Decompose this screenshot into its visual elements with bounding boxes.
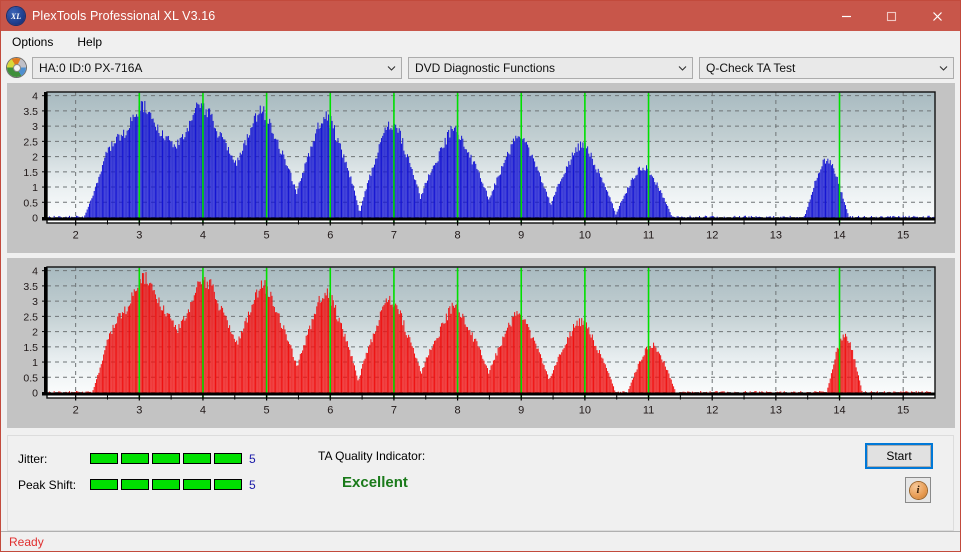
- svg-text:5: 5: [264, 230, 270, 242]
- svg-text:1.5: 1.5: [23, 167, 38, 179]
- window-title: PlexTools Professional XL V3.16: [32, 9, 216, 23]
- svg-text:1.5: 1.5: [23, 342, 38, 354]
- ta-quality-label: TA Quality Indicator:: [318, 449, 426, 463]
- meter-segment: [121, 453, 149, 464]
- peak-shift-value: 5: [249, 477, 256, 492]
- svg-text:2: 2: [32, 152, 38, 164]
- title-bar: XL PlexTools Professional XL V3.16: [1, 1, 960, 31]
- svg-text:7: 7: [391, 230, 397, 242]
- svg-text:0: 0: [32, 388, 38, 400]
- meters-group: Jitter: 5 Peak Shift: 5: [18, 448, 256, 500]
- svg-text:2: 2: [73, 405, 79, 417]
- device-select-value: HA:0 ID:0 PX-716A: [39, 60, 143, 75]
- charts-area: 4 3.5 3 2.5 2 1.5 1 0.5 0 2 3 4 5 6 7 8 9 10 11 12 13 14 15 43…: [1, 83, 960, 433]
- svg-text:2.5: 2.5: [23, 136, 38, 148]
- xl-badge-icon: XL: [7, 7, 25, 25]
- svg-text:9: 9: [518, 405, 524, 417]
- chevron-down-icon: [387, 65, 396, 71]
- test-select-value: Q-Check TA Test: [706, 60, 796, 75]
- function-select[interactable]: DVD Diagnostic Functions: [408, 56, 693, 79]
- svg-text:6: 6: [327, 405, 333, 417]
- svg-text:3: 3: [32, 296, 38, 308]
- svg-text:1: 1: [32, 182, 38, 194]
- svg-text:10: 10: [579, 230, 591, 242]
- function-select-value: DVD Diagnostic Functions: [415, 60, 556, 75]
- ta-test-peak-shift-chart: 4 3.5 3 2.5 2 1.5 1 0.5 0 2 3 4 5 6 7 8 9 10 11 12 13 14 15: [7, 258, 955, 428]
- peak-shift-row: Peak Shift: 5: [18, 474, 256, 495]
- menu-help[interactable]: Help: [74, 33, 105, 51]
- meter-segment: [90, 479, 118, 490]
- svg-text:3: 3: [136, 230, 142, 242]
- svg-text:12: 12: [706, 405, 718, 417]
- meter-segment: [90, 453, 118, 464]
- jitter-value: 5: [249, 451, 256, 466]
- meter-segment: [183, 453, 211, 464]
- jitter-row: Jitter: 5: [18, 448, 256, 469]
- svg-text:0: 0: [32, 213, 38, 225]
- svg-text:13: 13: [770, 405, 782, 417]
- svg-text:3: 3: [32, 121, 38, 133]
- svg-text:5: 5: [264, 405, 270, 417]
- svg-text:3: 3: [136, 405, 142, 417]
- jitter-label: Jitter:: [18, 451, 48, 466]
- optical-disc-icon: [7, 58, 26, 77]
- svg-text:15: 15: [897, 405, 909, 417]
- svg-text:9: 9: [518, 230, 524, 242]
- svg-text:14: 14: [833, 230, 845, 242]
- peak-shift-meter: [90, 479, 242, 490]
- meter-segment: [214, 453, 242, 464]
- svg-text:0.5: 0.5: [23, 372, 38, 384]
- test-select[interactable]: Q-Check TA Test: [699, 56, 954, 79]
- svg-text:4: 4: [32, 266, 38, 278]
- peak-shift-label: Peak Shift:: [18, 477, 77, 492]
- svg-text:3.5: 3.5: [23, 281, 38, 293]
- svg-text:12: 12: [706, 230, 718, 242]
- app-window: XL PlexTools Professional XL V3.16 Optio…: [0, 0, 961, 552]
- svg-text:6: 6: [327, 230, 333, 242]
- status-bar: Ready: [1, 531, 960, 551]
- svg-text:1: 1: [32, 357, 38, 369]
- window-controls: [824, 1, 960, 31]
- meter-segment: [121, 479, 149, 490]
- svg-text:0.5: 0.5: [23, 197, 38, 209]
- svg-text:8: 8: [455, 230, 461, 242]
- svg-text:7: 7: [391, 405, 397, 417]
- svg-text:4: 4: [200, 230, 206, 242]
- svg-text:11: 11: [643, 230, 654, 242]
- chevron-down-icon: [939, 65, 948, 71]
- svg-text:3.5: 3.5: [23, 106, 38, 118]
- close-icon[interactable]: [914, 1, 960, 31]
- meter-segment: [152, 479, 180, 490]
- start-button[interactable]: Start: [865, 443, 933, 469]
- info-icon: i: [909, 481, 927, 499]
- meter-segment: [152, 453, 180, 464]
- toolbar: HA:0 ID:0 PX-716A DVD Diagnostic Functio…: [1, 53, 960, 83]
- ta-quality-block: TA Quality Indicator: Excellent: [318, 449, 425, 491]
- info-button[interactable]: i: [905, 477, 931, 503]
- svg-text:4: 4: [32, 91, 38, 103]
- jitter-meter: [90, 453, 242, 464]
- menu-options[interactable]: Options: [9, 33, 56, 51]
- chevron-down-icon: [678, 65, 687, 71]
- ta-quality-value: Excellent: [342, 474, 408, 491]
- svg-text:11: 11: [643, 405, 654, 417]
- svg-text:13: 13: [770, 230, 782, 242]
- maximize-icon[interactable]: [869, 1, 914, 31]
- device-select[interactable]: HA:0 ID:0 PX-716A: [32, 56, 402, 79]
- svg-text:4: 4: [200, 405, 206, 417]
- svg-text:10: 10: [579, 405, 591, 417]
- svg-text:2: 2: [32, 327, 38, 339]
- svg-text:15: 15: [897, 230, 909, 242]
- meter-segment: [214, 479, 242, 490]
- minimize-icon[interactable]: [824, 1, 869, 31]
- ta-test-jitter-chart: 4 3.5 3 2.5 2 1.5 1 0.5 0 2 3 4 5 6 7 8 9 10 11 12 13 14 15: [7, 83, 955, 253]
- svg-text:8: 8: [455, 405, 461, 417]
- menu-bar: Options Help: [1, 31, 960, 53]
- svg-text:2.5: 2.5: [23, 311, 38, 323]
- status-text: Ready: [9, 534, 44, 549]
- results-panel: Jitter: 5 Peak Shift: 5 TA Quality Indic…: [7, 435, 954, 531]
- svg-text:2: 2: [73, 230, 79, 242]
- svg-text:14: 14: [833, 405, 845, 417]
- meter-segment: [183, 479, 211, 490]
